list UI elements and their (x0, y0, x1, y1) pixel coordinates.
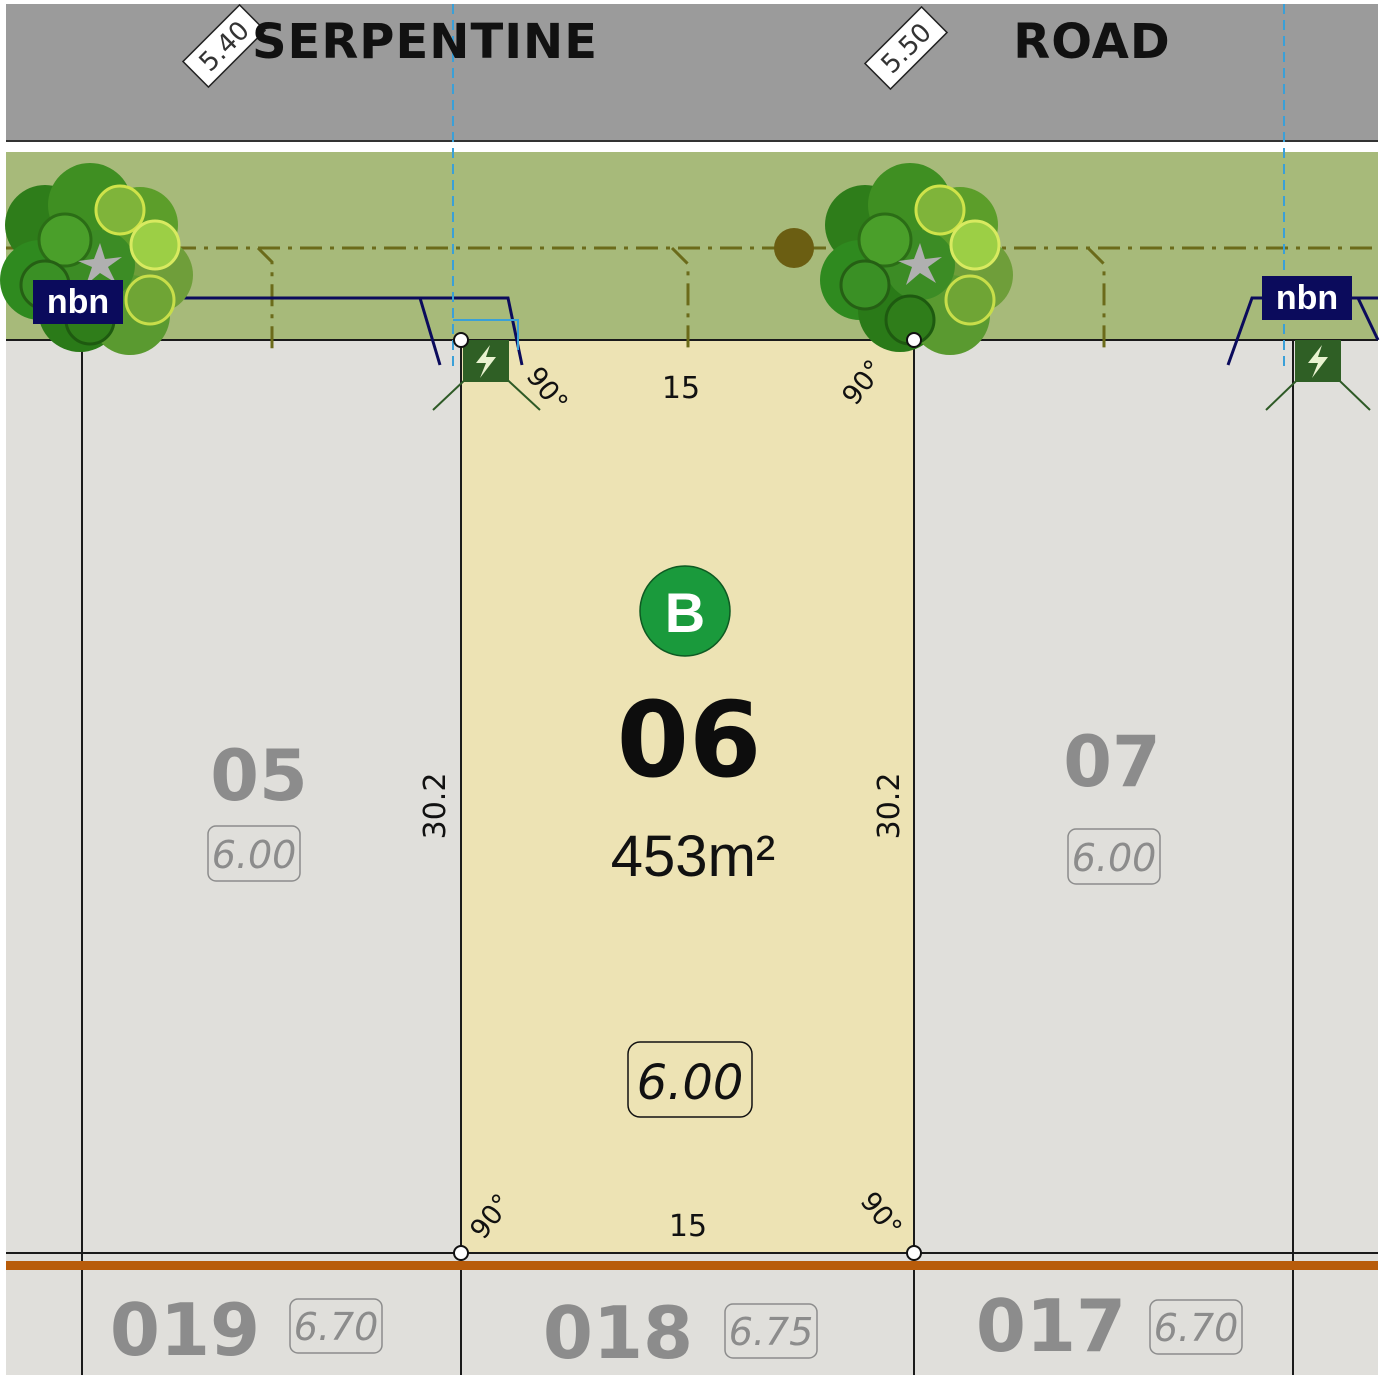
neighbour-lot-number: 07 (1063, 721, 1160, 803)
lot-category-badge: B (639, 565, 731, 657)
subdivision-plan: nbn nbn 5.40 5.50 SERPENTINE ROAD 15 15 … (0, 3, 1380, 1375)
rear-lot-number: 019 (110, 1288, 260, 1372)
depth-left-dimension: 30.2 (418, 773, 453, 840)
rear-lot-rl: 6.70 (294, 1305, 379, 1349)
rear-boundary-line (6, 1261, 1378, 1270)
rear-dimension: 15 (669, 1209, 707, 1244)
rear-lot-rl: 6.75 (729, 1310, 814, 1354)
svg-text:B: B (665, 581, 705, 644)
frontage-dimension: 15 (662, 371, 700, 406)
rear-lot-rl: 6.70 (1154, 1306, 1239, 1350)
neighbour-lot-rl: 6.00 (1072, 836, 1157, 880)
neighbour-lot-number: 05 (210, 735, 307, 817)
road-name-left: SERPENTINE (252, 14, 598, 70)
nbn-label: nbn (47, 283, 109, 321)
verge-strip (6, 152, 1378, 340)
street-light-icon (774, 228, 814, 268)
lot-number: 06 (617, 679, 762, 801)
nbn-pit-icon: nbn (33, 280, 123, 324)
rear-lot-number: 018 (543, 1291, 693, 1375)
road-name-right: ROAD (1013, 14, 1170, 70)
neighbour-lot-rl: 6.00 (212, 833, 297, 877)
lot-area: 453m² (611, 824, 775, 889)
nbn-pit-icon: nbn (1262, 276, 1352, 320)
rear-lot-number: 017 (976, 1284, 1126, 1368)
nbn-label: nbn (1276, 279, 1338, 317)
depth-right-dimension: 30.2 (872, 773, 907, 840)
lot-rl: 6.00 (637, 1055, 744, 1111)
